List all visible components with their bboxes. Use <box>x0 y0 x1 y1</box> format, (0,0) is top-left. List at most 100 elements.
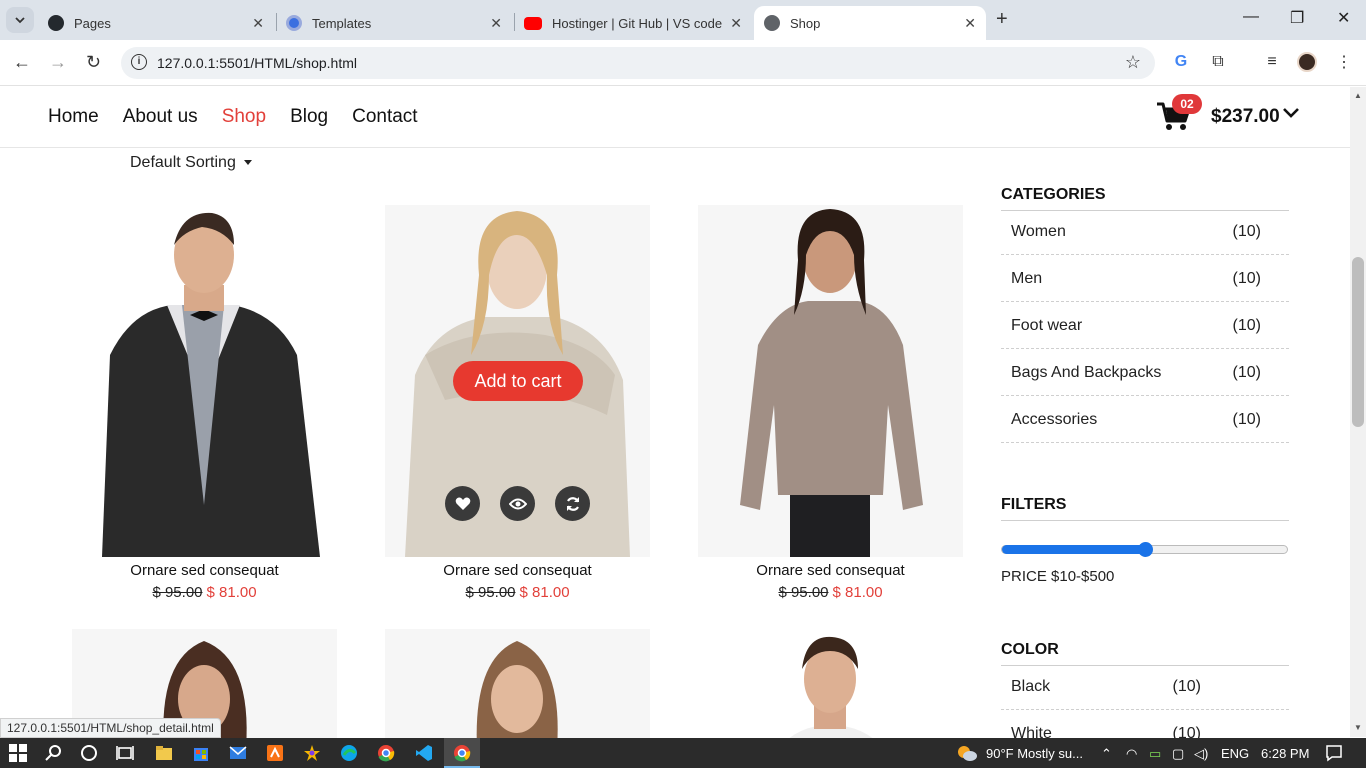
category-name[interactable]: Men <box>1011 270 1042 288</box>
office-app-icon[interactable] <box>266 744 284 762</box>
language-indicator[interactable]: ENG <box>1221 746 1249 761</box>
category-item[interactable]: Bags And Backpacks (10) <box>1001 349 1289 396</box>
link-status-bubble: 127.0.0.1:5501/HTML/shop_detail.html <box>0 718 221 738</box>
product-card[interactable] <box>698 629 963 749</box>
sorting-dropdown[interactable]: Default Sorting <box>130 154 252 172</box>
category-item[interactable]: Accessories (10) <box>1001 396 1289 443</box>
chevron-down-icon[interactable] <box>1282 107 1300 119</box>
scroll-up-icon[interactable]: ▲ <box>1354 91 1362 100</box>
weather-text[interactable]: 90°F Mostly su... <box>986 746 1083 761</box>
category-name[interactable]: Accessories <box>1011 411 1097 429</box>
profile-avatar[interactable] <box>1296 51 1318 73</box>
product-image[interactable] <box>698 629 963 749</box>
slider-thumb[interactable] <box>1137 542 1153 557</box>
google-translate-icon[interactable]: G <box>1170 51 1192 73</box>
wishlist-button[interactable] <box>445 486 480 521</box>
forward-icon[interactable]: → <box>49 52 67 73</box>
mail-icon[interactable] <box>229 744 247 762</box>
product-name[interactable]: Ornare sed consequat <box>385 562 650 579</box>
meet-now-icon[interactable]: ▢ <box>1172 746 1184 762</box>
chrome-icon[interactable] <box>377 744 395 762</box>
extensions-icon[interactable]: ⧉ <box>1207 51 1229 73</box>
new-tab-icon[interactable]: + <box>996 8 1008 31</box>
nav-home[interactable]: Home <box>48 106 99 128</box>
browser-menu-icon[interactable]: ⋮ <box>1333 51 1355 73</box>
nav-shop[interactable]: Shop <box>222 106 266 128</box>
quick-view-button[interactable] <box>500 486 535 521</box>
tab-pages[interactable]: Pages ✕ <box>38 6 274 40</box>
reload-icon[interactable]: ↻ <box>86 52 101 73</box>
man-portrait-photo <box>698 629 963 749</box>
product-card[interactable]: Add to cart Ornare sed consequat $ 95.00… <box>385 205 650 601</box>
product-image[interactable] <box>385 629 650 749</box>
minimize-icon[interactable]: — <box>1243 8 1259 26</box>
window-close-icon[interactable]: ✕ <box>1337 8 1350 28</box>
scroll-down-icon[interactable]: ▼ <box>1354 723 1362 732</box>
media-controls-icon[interactable]: ≡ <box>1261 51 1283 73</box>
wifi-icon[interactable]: ◠ <box>1126 746 1137 762</box>
edge-icon[interactable] <box>340 744 358 762</box>
category-item[interactable]: Women (10) <box>1001 208 1289 255</box>
bookmark-star-icon[interactable]: ☆ <box>1125 52 1141 73</box>
store-icon[interactable] <box>192 744 210 762</box>
category-name[interactable]: Foot wear <box>1011 317 1082 335</box>
search-icon[interactable] <box>45 744 63 762</box>
nav-about[interactable]: About us <box>123 106 198 128</box>
color-item[interactable]: Black (10) <box>1001 663 1289 710</box>
back-icon[interactable]: ← <box>13 52 31 73</box>
color-count: (10) <box>1172 678 1201 695</box>
tab-hostinger[interactable]: Hostinger | Git Hub | VS codeHo ✕ <box>514 6 752 40</box>
category-name[interactable]: Women <box>1011 223 1066 241</box>
site-info-icon[interactable]: i <box>131 54 147 70</box>
tab-search-button[interactable] <box>6 7 34 33</box>
nav-blog[interactable]: Blog <box>290 106 328 128</box>
vscode-icon[interactable] <box>415 744 433 762</box>
product-name[interactable]: Ornare sed consequat <box>72 562 337 579</box>
weather-icon[interactable] <box>956 744 978 762</box>
tab-templates[interactable]: Templates ✕ <box>276 6 512 40</box>
sorting-label: Default Sorting <box>130 154 236 171</box>
color-name[interactable]: Black <box>1011 678 1050 696</box>
product-image[interactable]: Add to cart <box>385 205 650 557</box>
address-bar[interactable]: i 127.0.0.1:5501/HTML/shop.html ☆ <box>121 47 1155 79</box>
scrollbar-thumb[interactable] <box>1352 257 1364 427</box>
compare-button[interactable] <box>555 486 590 521</box>
close-tab-icon[interactable]: ✕ <box>964 15 976 32</box>
windows-start-icon[interactable] <box>9 744 27 762</box>
product-name[interactable]: Ornare sed consequat <box>698 562 963 579</box>
star-app-icon[interactable] <box>303 744 321 762</box>
browser-tab-strip: Pages ✕ Templates ✕ Hostinger | Git Hub … <box>0 0 1366 40</box>
active-chrome-taskbar-button[interactable] <box>444 738 480 768</box>
product-card[interactable]: Ornare sed consequat $ 95.00 $ 81.00 <box>72 205 337 601</box>
product-card[interactable]: Ornare sed consequat $ 95.00 $ 81.00 <box>698 205 963 601</box>
close-tab-icon[interactable]: ✕ <box>252 15 264 32</box>
tab-shop[interactable]: Shop ✕ <box>754 6 986 40</box>
chevron-up-icon[interactable]: ⌃ <box>1101 746 1112 762</box>
price-range-slider[interactable] <box>1001 542 1288 557</box>
close-tab-icon[interactable]: ✕ <box>730 15 742 32</box>
category-item[interactable]: Foot wear (10) <box>1001 302 1289 349</box>
add-to-cart-button[interactable]: Add to cart <box>453 361 583 401</box>
old-price: $ 95.00 <box>152 584 203 601</box>
category-name[interactable]: Bags And Backpacks <box>1011 364 1161 382</box>
nav-contact[interactable]: Contact <box>352 106 417 128</box>
cortana-icon[interactable] <box>80 744 98 762</box>
heart-icon <box>455 497 470 510</box>
close-tab-icon[interactable]: ✕ <box>490 15 502 32</box>
task-view-icon[interactable] <box>116 744 134 762</box>
product-image[interactable] <box>698 205 963 557</box>
volume-icon[interactable]: ◁) <box>1194 746 1208 762</box>
cart-total[interactable]: $237.00 <box>1211 106 1280 128</box>
file-explorer-icon[interactable] <box>155 744 173 762</box>
clock[interactable]: 6:28 PM <box>1261 746 1309 761</box>
product-image[interactable] <box>72 205 337 557</box>
old-price: $ 95.00 <box>465 584 516 601</box>
notifications-icon[interactable] <box>1325 744 1343 762</box>
product-card[interactable] <box>385 629 650 749</box>
address-url[interactable]: 127.0.0.1:5501/HTML/shop.html <box>157 55 357 71</box>
category-item[interactable]: Men (10) <box>1001 255 1289 302</box>
page-scrollbar[interactable]: ▲ ▼ <box>1350 87 1366 737</box>
tab-title: Shop <box>790 15 821 31</box>
restore-icon[interactable]: ❐ <box>1290 8 1304 28</box>
battery-icon[interactable]: ▭ <box>1149 746 1161 762</box>
